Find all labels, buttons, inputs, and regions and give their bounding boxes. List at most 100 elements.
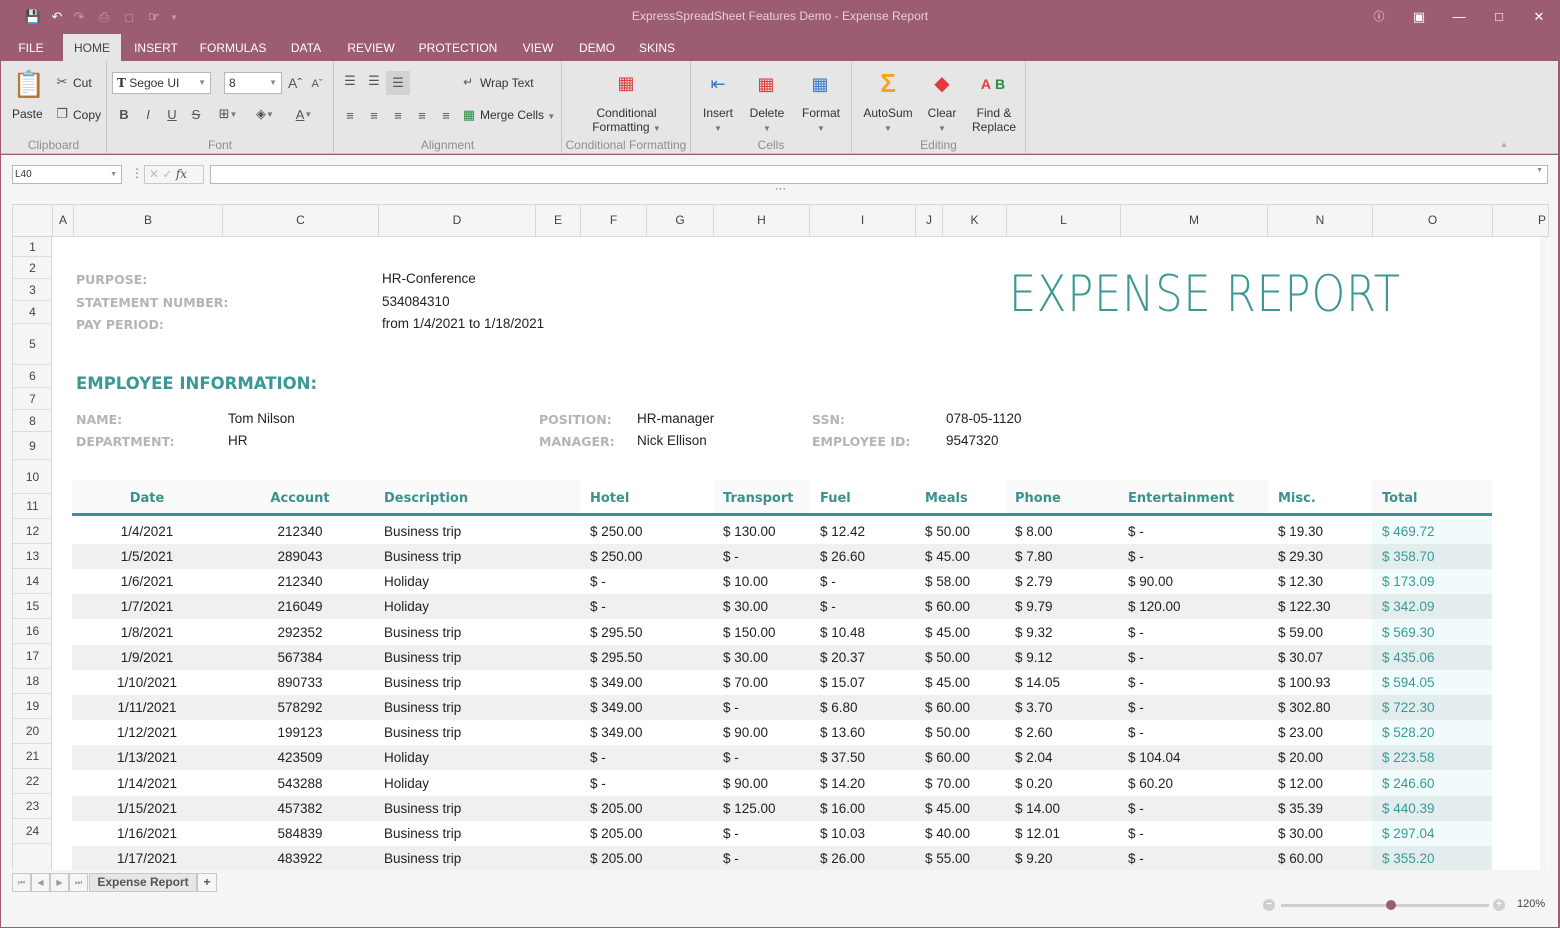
row-header[interactable]: 3 — [13, 279, 52, 301]
table-cell[interactable]: $ 297.04 — [1372, 820, 1492, 846]
table-cell[interactable]: $ 14.00 — [1005, 796, 1118, 821]
purpose-value[interactable]: HR-Conference — [382, 271, 476, 286]
table-cell[interactable]: 584839 — [222, 821, 378, 846]
table-cell[interactable]: $ 125.00 — [713, 796, 810, 821]
vertical-scrollbar[interactable] — [1540, 237, 1548, 870]
table-cell[interactable]: $ - — [1118, 620, 1268, 645]
table-cell[interactable]: $ 349.00 — [580, 695, 713, 720]
table-cell[interactable]: 483922 — [222, 846, 378, 870]
table-cell[interactable]: $ 594.05 — [1372, 669, 1492, 695]
table-cell[interactable]: $ 60.00 — [915, 745, 1005, 770]
align-bottom-icon[interactable]: ☰ — [386, 71, 410, 95]
font-family-select[interactable]: T Segoe UI ▼ — [112, 72, 211, 94]
table-cell[interactable]: $ 60.20 — [1118, 771, 1268, 796]
table-cell[interactable]: $ 12.30 — [1268, 569, 1372, 594]
table-cell[interactable]: 1/14/2021 — [72, 771, 222, 796]
table-cell[interactable]: $ 45.00 — [915, 796, 1005, 821]
table-cell[interactable]: 1/15/2021 — [72, 796, 222, 821]
table-cell[interactable]: $ 14.20 — [810, 771, 915, 796]
table-cell[interactable]: Business trip — [378, 645, 580, 670]
tab-insert[interactable]: INSERT — [126, 34, 186, 61]
copy-button[interactable]: Copy — [73, 108, 101, 122]
column-header[interactable]: G — [647, 205, 714, 236]
row-header[interactable]: 8 — [13, 410, 52, 432]
manager-value[interactable]: Nick Ellison — [637, 433, 707, 448]
table-cell[interactable]: Business trip — [378, 695, 580, 720]
align-right-icon[interactable]: ≡ — [390, 107, 406, 123]
table-cell[interactable]: $ 722.30 — [1372, 695, 1492, 721]
table-cell[interactable]: Business trip — [378, 544, 580, 569]
table-cell[interactable]: $ - — [713, 745, 810, 770]
table-cell[interactable]: 199123 — [222, 720, 378, 745]
table-cell[interactable]: $ 358.70 — [1372, 544, 1492, 570]
tab-file[interactable]: FILE — [8, 34, 54, 61]
table-cell[interactable]: $ 130.00 — [713, 519, 810, 544]
table-cell[interactable]: $ 8.00 — [1005, 519, 1118, 544]
table-cell[interactable]: $ 9.79 — [1005, 594, 1118, 619]
select-all-corner[interactable] — [13, 205, 53, 236]
fullscreen-icon[interactable]: ▣ — [1408, 7, 1430, 27]
formula-bar-resize-handle[interactable]: ··· — [775, 183, 786, 195]
table-cell[interactable]: $ 59.00 — [1268, 620, 1372, 645]
minimize-icon[interactable]: — — [1448, 7, 1470, 27]
table-cell[interactable]: $ 70.00 — [915, 771, 1005, 796]
align-top-icon[interactable]: ☰ — [342, 73, 358, 89]
table-cell[interactable]: $ 205.00 — [580, 821, 713, 846]
font-color-icon[interactable]: A ▼ — [289, 105, 319, 123]
table-cell[interactable]: $ 50.00 — [915, 519, 1005, 544]
format-button[interactable]: Format ▼ — [799, 106, 843, 136]
table-cell[interactable]: Holiday — [378, 771, 580, 796]
close-icon[interactable]: ✕ — [1528, 7, 1550, 27]
align-left-icon[interactable]: ≡ — [342, 107, 358, 123]
table-cell[interactable]: $ 2.04 — [1005, 745, 1118, 770]
row-header[interactable]: 19 — [13, 694, 52, 719]
table-cell[interactable]: $ 26.60 — [810, 544, 915, 569]
table-cell[interactable]: $ 295.50 — [580, 620, 713, 645]
align-center-icon[interactable]: ≡ — [366, 107, 382, 123]
zoom-level[interactable]: 120% — [1517, 898, 1545, 910]
table-cell[interactable]: 1/9/2021 — [72, 645, 222, 670]
table-cell[interactable]: $ 349.00 — [580, 670, 713, 695]
table-cell[interactable]: $ 12.01 — [1005, 821, 1118, 846]
row-header[interactable]: 11 — [13, 494, 52, 519]
tab-formulas[interactable]: FORMULAS — [194, 34, 272, 61]
table-cell[interactable]: $ 104.04 — [1118, 745, 1268, 770]
position-value[interactable]: HR-manager — [637, 411, 714, 426]
delete-cells-icon[interactable]: ▦ — [751, 71, 781, 97]
tab-demo[interactable]: DEMO — [572, 34, 622, 61]
table-cell[interactable]: 212340 — [222, 569, 378, 594]
table-cell[interactable]: $ 60.00 — [1268, 846, 1372, 870]
table-cell[interactable]: $ 173.09 — [1372, 569, 1492, 595]
name-value[interactable]: Tom Nilson — [228, 411, 295, 426]
table-cell[interactable]: $ 45.00 — [915, 670, 1005, 695]
expand-formula-icon[interactable]: ▼ — [1536, 167, 1543, 174]
table-cell[interactable]: $ 50.00 — [915, 645, 1005, 670]
tab-skins[interactable]: SKINS — [632, 34, 682, 61]
table-cell[interactable]: $ 15.07 — [810, 670, 915, 695]
table-cell[interactable]: $ 7.80 — [1005, 544, 1118, 569]
table-cell[interactable]: $ 40.00 — [915, 821, 1005, 846]
row-header[interactable]: 9 — [13, 432, 52, 460]
grow-font-icon[interactable]: Aˆ — [287, 74, 303, 92]
table-cell[interactable]: $ 14.05 — [1005, 670, 1118, 695]
row-header[interactable]: 23 — [13, 794, 52, 819]
table-cell[interactable]: $ 120.00 — [1118, 594, 1268, 619]
table-cell[interactable]: $ - — [580, 594, 713, 619]
table-cell[interactable]: $ 12.00 — [1268, 771, 1372, 796]
table-cell[interactable]: $ 45.00 — [915, 544, 1005, 569]
table-cell[interactable]: $ 6.80 — [810, 695, 915, 720]
merge-cells-button[interactable]: Merge Cells ▼ — [480, 108, 555, 122]
table-cell[interactable]: $ - — [1118, 846, 1268, 870]
row-header[interactable]: 24 — [13, 819, 52, 844]
help-icon[interactable]: ⓘ — [1368, 7, 1390, 27]
table-cell[interactable]: $ 3.70 — [1005, 695, 1118, 720]
table-cell[interactable]: 890733 — [222, 670, 378, 695]
clear-button[interactable]: Clear ▼ — [924, 106, 960, 136]
conditional-formatting-button[interactable]: Conditional Formatting ▼ — [567, 106, 686, 136]
maximize-icon[interactable]: □ — [1488, 7, 1510, 27]
table-cell[interactable]: $ 37.50 — [810, 745, 915, 770]
column-header[interactable]: F — [581, 205, 647, 236]
column-header[interactable]: O — [1373, 205, 1493, 236]
table-cell[interactable]: 457382 — [222, 796, 378, 821]
insert-button[interactable]: Insert ▼ — [699, 106, 737, 136]
